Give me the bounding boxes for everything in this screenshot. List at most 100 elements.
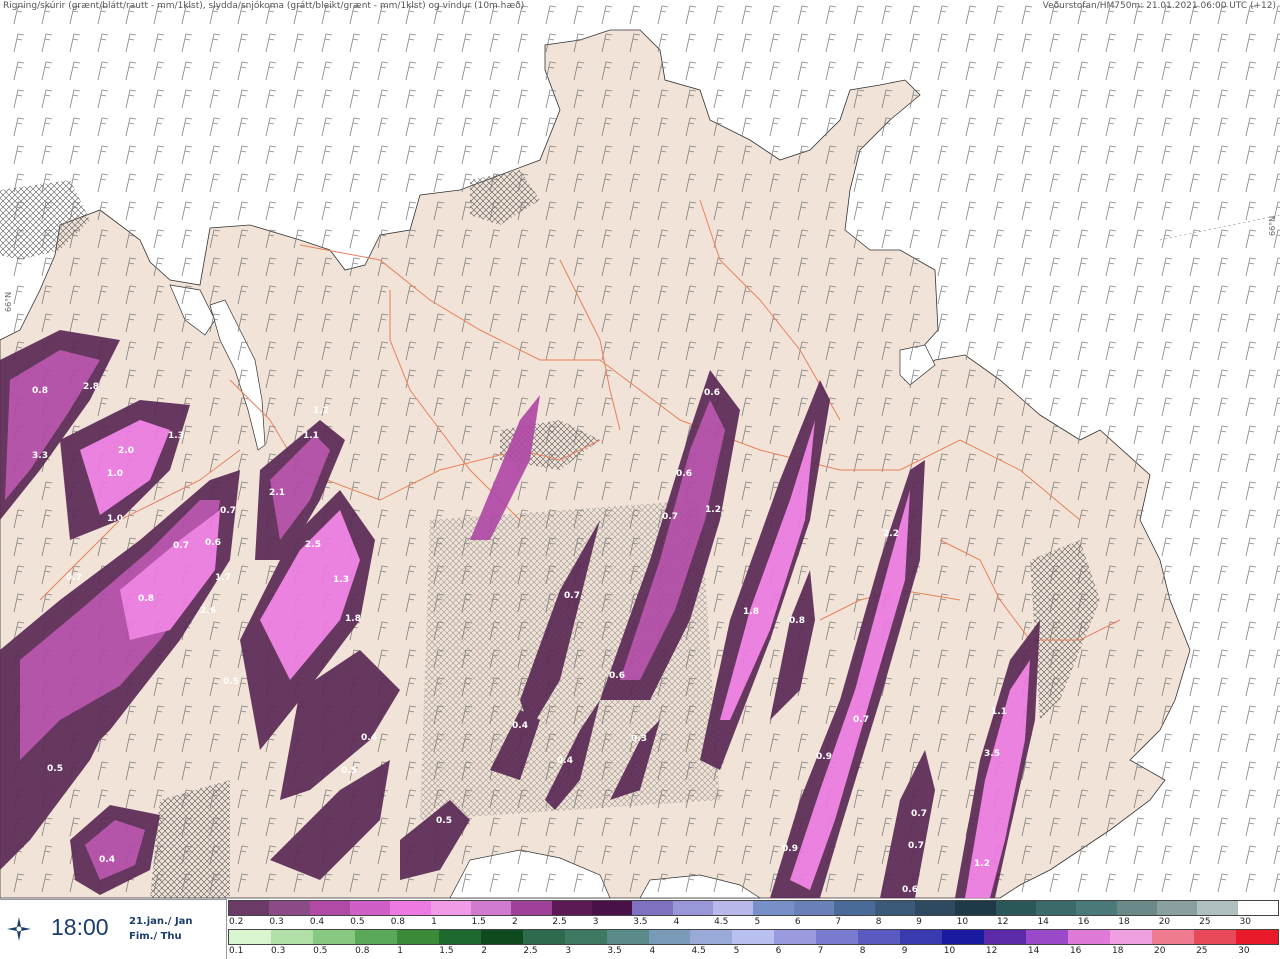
precip-value-label: 1.8: [345, 614, 361, 624]
scale-swatch: [1035, 901, 1077, 915]
precip-value-label: 0.4: [361, 733, 377, 743]
forecast-date: 21.jan./ Jan: [129, 916, 193, 927]
scale-swatch: [1237, 901, 1278, 915]
precip-value-label: 0.3: [631, 734, 647, 744]
scale-tick-label: 1: [397, 946, 403, 956]
precip-value-label: 0.5: [223, 677, 239, 687]
latitude-label-left: 66°N: [4, 291, 13, 312]
scale-swatch: [1156, 901, 1198, 915]
precip-value-label: 2.6: [200, 606, 216, 616]
scale-swatch: [874, 901, 915, 915]
precip-value-label: 0.7: [564, 591, 580, 601]
scale-tick-label: 3: [565, 946, 572, 956]
scale-tick-label: 9: [916, 917, 922, 927]
scale-tick-label: 1.5: [471, 917, 486, 927]
scale-swatch: [690, 930, 733, 944]
scale-swatch: [269, 901, 310, 915]
scale-tick-label: 2: [481, 946, 488, 956]
precip-value-label: 3.3: [32, 451, 48, 461]
scale-swatch: [438, 930, 481, 944]
scale-tick-label: 2: [511, 917, 518, 927]
model-run-info: Veðurstofan/HM750m: 21.01.2021 06:00 UTC…: [1042, 1, 1276, 11]
scale-swatch: [606, 930, 649, 944]
wind-rose-icon: [7, 917, 31, 941]
scale-swatch: [1151, 930, 1194, 944]
precip-value-label: 3.5: [984, 749, 1000, 759]
scale-tick-label: 4: [649, 946, 656, 956]
rain-scale-ticks: 0.1 0.3 0.5 0.8 1 1.5 2 2.5 3 3.5 4 4.5 5 6 7 8 9 10 12 14 1…: [228, 945, 1279, 957]
scale-swatch: [1068, 930, 1111, 944]
scale-tick-label: 16: [1069, 946, 1082, 956]
scale-tick-label: 18: [1111, 946, 1124, 956]
scale-swatch: [350, 901, 391, 915]
precip-value-label: 0.6: [704, 388, 720, 398]
precip-value-label: 2.5: [305, 540, 321, 550]
precip-value-label: 1.7: [215, 573, 231, 583]
scale-tick-label: 20: [1154, 946, 1166, 956]
time-panel: 18:00 21.jan./ Jan Fim./ Thu: [0, 899, 227, 959]
precip-value-label: 0.9: [816, 752, 832, 762]
precip-value-label: 1.8: [743, 607, 759, 617]
precip-value-label: 0.7: [220, 506, 236, 516]
scale-swatch: [229, 930, 271, 944]
scale-swatch: [1197, 901, 1238, 915]
scale-swatch: [1110, 930, 1152, 944]
scale-tick-label: 6: [775, 946, 782, 956]
snow-scale-ticks: 0.2 0.3 0.4 0.5 0.8 1 1.5 2 2.5 3 3.5 4 4.5 5 6 7 8 9 10 12…: [228, 916, 1279, 928]
scale-tick-label: 4: [673, 917, 680, 927]
precip-value-label: 0.5: [436, 816, 452, 826]
scale-swatch: [564, 930, 607, 944]
precip-value-label: 0.4: [557, 756, 573, 766]
scale-tick-label: 3.5: [633, 917, 648, 927]
forecast-time: 18:00: [51, 914, 109, 940]
precipitation-map: 0.8 2.8 3.3 2.0 1.3 1.0 1.0 0.7 0.7 0.6 0.7 1.7 0.8 2…: [0, 0, 1280, 958]
scale-swatch: [713, 901, 754, 915]
scale-tick-label: 0.8: [355, 946, 370, 956]
scale-tick-label: 25: [1199, 917, 1211, 927]
scale-swatch: [1026, 930, 1069, 944]
scale-swatch: [511, 901, 552, 915]
scale-tick-label: 12: [997, 917, 1009, 927]
scale-tick-label: 0.2: [229, 917, 244, 927]
scale-tick-label: 18: [1118, 917, 1130, 927]
precip-value-label: 1.0: [107, 514, 123, 524]
precip-value-label: 0.5: [341, 766, 357, 776]
scale-swatch: [793, 901, 835, 915]
scale-tick-label: 14: [1027, 946, 1040, 956]
scale-tick-label: 0.8: [390, 917, 406, 927]
scale-swatch: [390, 901, 431, 915]
precip-value-label: 0.5: [47, 764, 63, 774]
scale-tick-label: 7: [817, 946, 824, 956]
precip-value-label: 1.2: [705, 505, 721, 515]
precip-value-label: 1.1: [991, 707, 1007, 717]
scale-tick-label: 2.5: [552, 917, 567, 927]
precip-value-label: 0.7: [662, 512, 678, 522]
scale-tick-label: 4.5: [714, 917, 729, 927]
scale-tick-label: 12: [985, 946, 998, 956]
latitude-label-right: 66°N: [1268, 215, 1277, 236]
scale-swatch: [942, 930, 985, 944]
scale-swatch: [648, 930, 691, 944]
scale-tick-label: 7: [835, 917, 842, 927]
precip-value-label: 0.7: [173, 541, 189, 551]
precip-value-label: 2.0: [118, 446, 134, 456]
scale-swatch: [270, 930, 313, 944]
scale-swatch: [480, 930, 523, 944]
scale-tick-label: 10: [943, 946, 956, 956]
precip-value-label: 0.4: [512, 721, 528, 731]
scale-tick-label: 5: [733, 946, 740, 956]
precip-value-label: 0.6: [676, 469, 692, 479]
scale-swatch: [632, 901, 673, 915]
precip-value-label: 0.8: [138, 594, 154, 604]
scale-tick-label: 8: [875, 917, 882, 927]
scale-tick-label: 30: [1239, 917, 1251, 927]
scale-swatch: [354, 930, 397, 944]
scale-swatch: [816, 930, 859, 944]
scale-tick-label: 20: [1158, 917, 1171, 927]
scale-tick-label: 2.5: [523, 946, 538, 956]
scale-swatch: [774, 930, 817, 944]
forecast-weekday: Fim./ Thu: [129, 931, 182, 942]
precip-value-label: 1.3: [168, 431, 184, 441]
precip-value-label: 0.6: [205, 538, 221, 548]
scale-tick-label: 0.3: [269, 917, 284, 927]
